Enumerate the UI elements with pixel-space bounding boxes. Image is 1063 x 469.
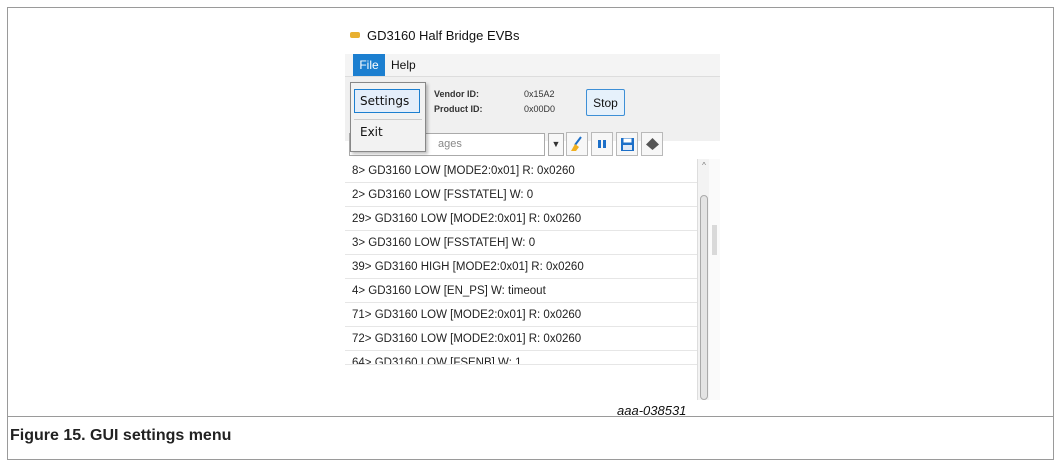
caption-divider: [7, 416, 1054, 417]
figure-id: aaa-038531: [617, 403, 687, 418]
log-row: 71> GD3160 LOW [MODE2:0x01] R: 0x0260: [345, 303, 697, 327]
broom-icon: [571, 136, 582, 151]
log-row: 8> GD3160 LOW [MODE2:0x01] R: 0x0260: [345, 159, 697, 183]
menu-bar: File Help: [345, 54, 720, 77]
vendor-id-label: Vendor ID:: [434, 89, 480, 99]
erase-button[interactable]: [641, 132, 663, 156]
scrollbar-thumb[interactable]: [700, 195, 708, 400]
menu-item-exit[interactable]: Exit: [360, 125, 383, 139]
vendor-id-value: 0x15A2: [524, 89, 555, 99]
pause-icon: [598, 140, 606, 148]
log-row: 29> GD3160 LOW [MODE2:0x01] R: 0x0260: [345, 207, 697, 231]
chevron-down-icon: ▼: [551, 139, 561, 149]
log-row: 4> GD3160 LOW [EN_PS] W: timeout: [345, 279, 697, 303]
side-scroll-thumb[interactable]: [712, 225, 717, 255]
menu-file[interactable]: File: [353, 54, 385, 76]
clear-log-button[interactable]: [566, 132, 588, 156]
title-bar: GD3160 Half Bridge EVBs: [345, 22, 720, 54]
log-row: 2> GD3160 LOW [FSSTATEL] W: 0: [345, 183, 697, 207]
menu-help[interactable]: Help: [391, 54, 416, 76]
floppy-disk-icon: [620, 137, 634, 151]
product-id-label: Product ID:: [434, 104, 483, 114]
filter-dropdown-button[interactable]: ▼: [548, 133, 564, 156]
app-icon: [350, 32, 360, 38]
save-log-button[interactable]: [616, 132, 638, 156]
menu-item-settings[interactable]: Settings: [354, 89, 420, 113]
message-log[interactable]: 8> GD3160 LOW [MODE2:0x01] R: 0x0260 2> …: [345, 159, 697, 400]
menu-separator: [354, 119, 422, 120]
file-dropdown-menu: Settings Exit: [350, 82, 426, 152]
log-row: 3> GD3160 LOW [FSSTATEH] W: 0: [345, 231, 697, 255]
product-id-value: 0x00D0: [524, 104, 556, 114]
figure-caption: Figure 15. GUI settings menu: [10, 427, 232, 444]
log-row: 72> GD3160 LOW [MODE2:0x01] R: 0x0260: [345, 327, 697, 351]
log-row: 64> GD3160 LOW [FSENB] W: 1: [345, 351, 697, 365]
window-title: GD3160 Half Bridge EVBs: [367, 28, 520, 43]
pause-button[interactable]: [591, 132, 613, 156]
app-screenshot: GD3160 Half Bridge EVBs File Help Vendor…: [345, 22, 720, 400]
stop-button[interactable]: Stop: [586, 89, 625, 116]
log-row: 39> GD3160 HIGH [MODE2:0x01] R: 0x0260: [345, 255, 697, 279]
eraser-icon: [645, 137, 659, 150]
side-panel-edge: [709, 159, 720, 400]
